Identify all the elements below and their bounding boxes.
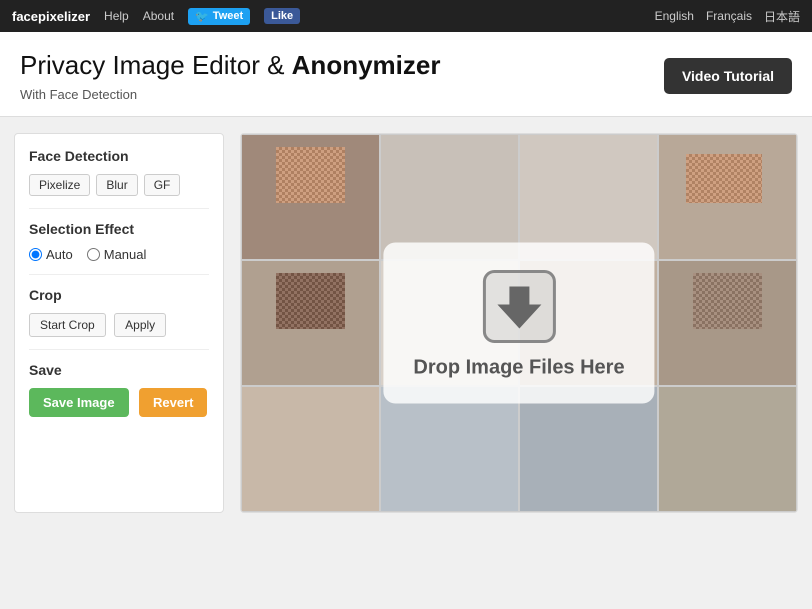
photo-cell-1 (241, 134, 380, 260)
drop-zone-text: Drop Image Files Here (413, 357, 624, 380)
navbar-right: English Français 日本語 (655, 8, 800, 25)
crop-title: Crop (29, 287, 209, 303)
tweet-button[interactable]: 🐦 Tweet (188, 8, 250, 25)
radio-manual-label[interactable]: Manual (87, 247, 147, 262)
photo-cell-10 (380, 386, 519, 512)
photo-cell-4 (658, 134, 797, 260)
save-image-button[interactable]: Save Image (29, 388, 129, 417)
pixelize-button[interactable]: Pixelize (29, 174, 90, 196)
face-detection-options: Pixelize Blur GF (29, 174, 209, 196)
start-crop-button[interactable]: Start Crop (29, 313, 106, 337)
radio-auto-label[interactable]: Auto (29, 247, 73, 262)
save-title: Save (29, 362, 209, 378)
pixelized-face-1 (276, 147, 345, 203)
drop-arrow-icon (479, 267, 559, 347)
photo-cell-8 (658, 260, 797, 386)
page-title: Privacy Image Editor & Anonymizer (20, 50, 440, 81)
apply-button[interactable]: Apply (114, 313, 166, 337)
photo-cell-9 (241, 386, 380, 512)
gf-button[interactable]: GF (144, 174, 181, 196)
hero-subtitle: With Face Detection (20, 87, 440, 102)
revert-button[interactable]: Revert (139, 388, 207, 417)
hero-section: Privacy Image Editor & Anonymizer With F… (0, 32, 812, 117)
photo-cell-12 (658, 386, 797, 512)
twitter-icon: 🐦 (195, 10, 209, 23)
divider-3 (29, 349, 209, 350)
lang-japanese[interactable]: 日本語 (764, 8, 800, 25)
navbar: facepixelizer Help About 🐦 Tweet Like En… (0, 0, 812, 32)
blur-button[interactable]: Blur (96, 174, 137, 196)
brand-logo: facepixelizer (12, 9, 90, 24)
divider-2 (29, 274, 209, 275)
save-buttons: Save Image Revert (29, 388, 209, 417)
crop-buttons: Start Crop Apply (29, 313, 209, 337)
drop-zone-container[interactable]: Drop Image Files Here (240, 133, 798, 513)
photo-cell-3 (519, 134, 658, 260)
radio-auto[interactable] (29, 248, 42, 261)
hero-text: Privacy Image Editor & Anonymizer With F… (20, 50, 440, 102)
pixelized-face-8 (693, 273, 762, 329)
divider-1 (29, 208, 209, 209)
photo-cell-5 (241, 260, 380, 386)
pixelized-face-4 (686, 154, 761, 204)
drop-overlay[interactable]: Drop Image Files Here (383, 243, 654, 404)
pixelized-face-5 (276, 273, 345, 329)
navbar-left: facepixelizer Help About 🐦 Tweet Like (12, 8, 300, 25)
left-panel: Face Detection Pixelize Blur GF Selectio… (14, 133, 224, 513)
like-button[interactable]: Like (264, 8, 300, 24)
lang-french[interactable]: Français (706, 9, 752, 23)
selection-effect-options: Auto Manual (29, 247, 209, 262)
photo-cell-11 (519, 386, 658, 512)
lang-english[interactable]: English (655, 9, 694, 23)
main-content: Face Detection Pixelize Blur GF Selectio… (0, 117, 812, 529)
about-link[interactable]: About (143, 9, 174, 23)
help-link[interactable]: Help (104, 9, 129, 23)
video-tutorial-button[interactable]: Video Tutorial (664, 58, 792, 94)
radio-manual[interactable] (87, 248, 100, 261)
selection-effect-title: Selection Effect (29, 221, 209, 237)
photo-cell-2 (380, 134, 519, 260)
face-detection-title: Face Detection (29, 148, 209, 164)
